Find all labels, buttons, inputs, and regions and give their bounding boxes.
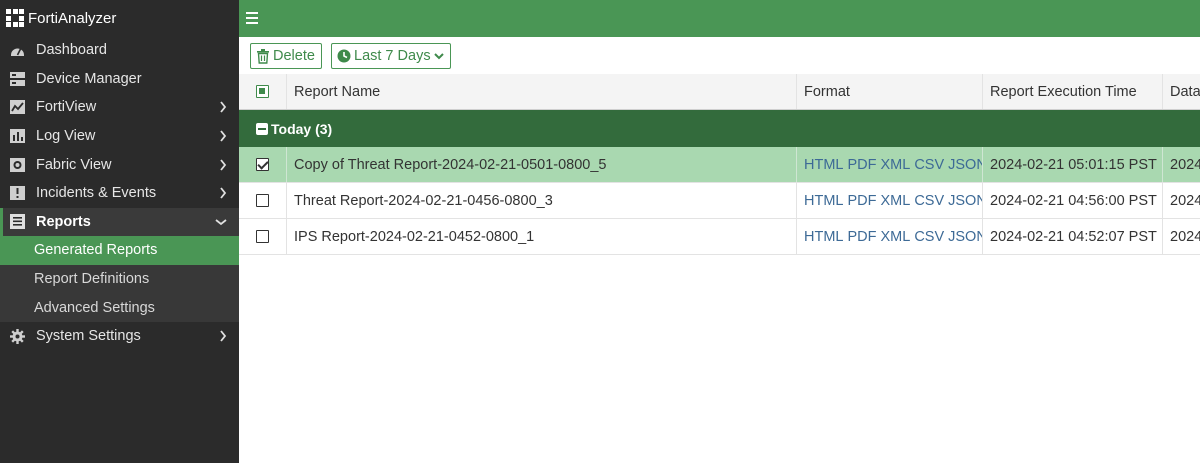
execution-time-cell: 2024-02-21 05:01:15 PST	[983, 147, 1163, 182]
format-link-xml[interactable]: XML	[880, 193, 910, 209]
sidebar-subitem-advanced-settings[interactable]: Advanced Settings	[0, 293, 239, 322]
table-row[interactable]: Copy of Threat Report-2024-02-21-0501-08…	[239, 147, 1200, 183]
chevron-down-icon	[215, 219, 227, 226]
table-row[interactable]: Threat Report-2024-02-21-0456-0800_3 HTM…	[239, 183, 1200, 219]
format-link-html[interactable]: HTML	[804, 193, 843, 209]
gear-icon	[9, 328, 25, 344]
format-link-html[interactable]: HTML	[804, 157, 843, 173]
report-name-cell: Threat Report-2024-02-21-0456-0800_3	[287, 183, 797, 218]
sidebar: FortiAnalyzer Dashboard Device Manager F…	[0, 0, 239, 463]
row-checkbox[interactable]	[256, 230, 269, 243]
sidebar-item-device-manager[interactable]: Device Manager	[0, 65, 239, 94]
sidebar-item-label: Log View	[36, 128, 96, 145]
format-link-xml[interactable]: XML	[880, 229, 910, 245]
fabric-view-icon	[9, 157, 25, 173]
format-link-html[interactable]: HTML	[804, 229, 843, 245]
row-checkbox[interactable]	[256, 194, 269, 207]
format-links-cell: HTML PDF XML CSV JSON	[797, 219, 983, 254]
format-link-json[interactable]: JSON	[948, 229, 982, 245]
chevron-right-icon	[220, 330, 227, 342]
sidebar-item-label: Generated Reports	[34, 242, 158, 259]
sidebar-item-label: Device Manager	[36, 70, 142, 87]
sidebar-item-system-settings[interactable]: System Settings	[0, 322, 239, 351]
data-cell: 2024	[1170, 156, 1200, 173]
sidebar-item-log-view[interactable]: Log View	[0, 122, 239, 151]
trash-icon	[257, 48, 269, 64]
format-link-pdf[interactable]: PDF	[847, 229, 876, 245]
sidebar-item-fortiview[interactable]: FortiView	[0, 93, 239, 122]
format-links-cell: HTML PDF XML CSV JSON	[797, 183, 983, 218]
top-bar	[239, 0, 1200, 37]
column-header-data[interactable]: Data	[1163, 74, 1200, 109]
execution-time-cell: 2024-02-21 04:52:07 PST	[983, 219, 1163, 254]
format-link-json[interactable]: JSON	[948, 157, 982, 173]
sidebar-item-incidents-events[interactable]: Incidents & Events	[0, 179, 239, 208]
sidebar-item-label: FortiView	[36, 99, 97, 116]
group-header-today[interactable]: Today (3)	[239, 110, 1200, 147]
chevron-right-icon	[220, 101, 227, 114]
report-name-cell: Copy of Threat Report-2024-02-21-0501-08…	[287, 147, 797, 182]
incidents-icon	[9, 185, 25, 201]
sidebar-subitem-report-definitions[interactable]: Report Definitions	[0, 264, 239, 294]
log-view-icon	[9, 128, 25, 144]
format-link-pdf[interactable]: PDF	[847, 157, 876, 173]
format-links-cell: HTML PDF XML CSV JSON	[797, 147, 983, 182]
fortiview-icon	[9, 99, 25, 115]
sidebar-subitem-generated-reports[interactable]: Generated Reports	[0, 236, 239, 265]
column-header-execution-time[interactable]: Report Execution Time	[983, 74, 1163, 109]
delete-button[interactable]: Delete	[250, 43, 322, 69]
collapse-icon[interactable]	[256, 122, 268, 135]
format-link-csv[interactable]: CSV	[914, 229, 944, 245]
table-header: Report Name Format Report Execution Time…	[239, 74, 1200, 110]
sidebar-item-label: Dashboard	[36, 42, 107, 59]
hamburger-menu-icon[interactable]	[246, 12, 258, 24]
format-link-csv[interactable]: CSV	[914, 157, 944, 173]
sidebar-item-label: System Settings	[36, 328, 141, 345]
toolbar: Delete Last 7 Days	[239, 37, 1200, 74]
table-row[interactable]: IPS Report-2024-02-21-0452-0800_1 HTML P…	[239, 219, 1200, 255]
format-link-json[interactable]: JSON	[948, 193, 982, 209]
row-select-cell	[239, 183, 287, 218]
chevron-down-icon	[433, 52, 444, 59]
sidebar-item-reports[interactable]: Reports	[0, 207, 239, 237]
sidebar-item-fabric-view[interactable]: Fabric View	[0, 150, 239, 179]
sidebar-item-label: Reports	[36, 213, 91, 230]
time-range-dropdown[interactable]: Last 7 Days	[331, 43, 451, 69]
dashboard-icon	[9, 42, 25, 58]
execution-time-cell: 2024-02-21 04:56:00 PST	[983, 183, 1163, 218]
data-cell: 2024	[1170, 192, 1200, 209]
sidebar-item-dashboard[interactable]: Dashboard	[0, 36, 239, 65]
sidebar-item-label: Report Definitions	[34, 271, 150, 288]
format-link-csv[interactable]: CSV	[914, 193, 944, 209]
chevron-right-icon	[220, 187, 227, 199]
sidebar-item-label: Incidents & Events	[36, 185, 157, 202]
fortinet-logo-icon	[6, 9, 24, 27]
data-cell: 2024	[1170, 228, 1200, 245]
select-all-checkbox[interactable]	[256, 85, 269, 98]
clock-icon	[337, 49, 351, 63]
select-all-cell	[239, 74, 287, 109]
delete-button-label: Delete	[273, 48, 315, 64]
device-manager-icon	[9, 71, 25, 87]
app-title: FortiAnalyzer	[28, 9, 117, 27]
report-name-cell: IPS Report-2024-02-21-0452-0800_1	[287, 219, 797, 254]
row-select-cell	[239, 147, 287, 182]
reports-table: Report Name Format Report Execution Time…	[239, 74, 1200, 255]
group-label: Today (3)	[271, 120, 333, 137]
chevron-right-icon	[220, 130, 227, 142]
chevron-right-icon	[220, 159, 227, 171]
app-logo[interactable]: FortiAnalyzer	[0, 0, 239, 36]
column-header-report-name[interactable]: Report Name	[287, 74, 797, 109]
reports-icon	[9, 214, 25, 230]
format-link-pdf[interactable]: PDF	[847, 193, 876, 209]
sidebar-item-label: Advanced Settings	[34, 299, 155, 316]
format-link-xml[interactable]: XML	[880, 157, 910, 173]
column-header-format[interactable]: Format	[797, 74, 983, 109]
row-checkbox[interactable]	[256, 158, 269, 171]
sidebar-item-label: Fabric View	[36, 156, 112, 173]
time-range-label: Last 7 Days	[354, 48, 431, 64]
row-select-cell	[239, 219, 287, 254]
